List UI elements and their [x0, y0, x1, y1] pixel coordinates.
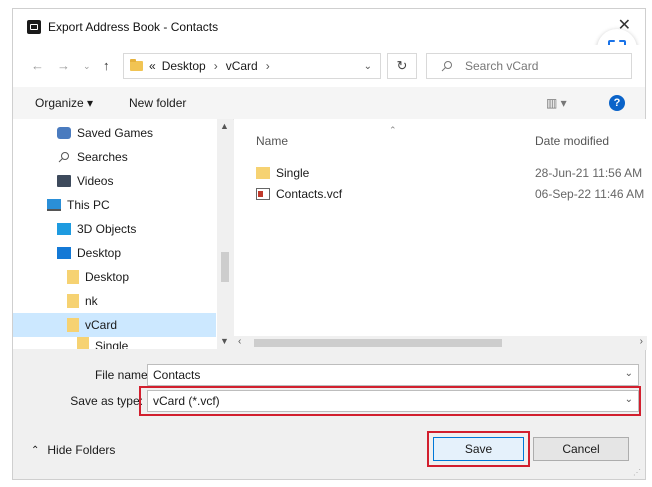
breadcrumb-separator-icon[interactable]: ›	[214, 59, 218, 73]
file-horizontal-scrollbar[interactable]: ‹ ›	[234, 336, 647, 350]
new-folder-button[interactable]: New folder	[129, 96, 186, 110]
file-name-input[interactable]: Contacts ⌄	[147, 364, 639, 386]
refresh-icon: ↻	[396, 58, 408, 73]
file-scroll-thumb[interactable]	[254, 339, 502, 347]
cube-icon	[57, 223, 71, 235]
address-dropdown-chevron-icon[interactable]: ⌄	[364, 61, 372, 72]
address-row: ← → ⌄ ↑ « Desktop › vCard › ⌄ ↻ Search v…	[13, 45, 645, 87]
folder-icon	[67, 270, 79, 284]
folder-icon	[67, 294, 79, 308]
resize-grip-icon[interactable]: ⋰	[633, 468, 641, 477]
video-icon	[57, 175, 71, 187]
saved-games-icon	[57, 127, 71, 139]
scroll-up-icon[interactable]: ▲	[220, 121, 229, 131]
highlight-save-type	[139, 386, 641, 416]
organize-menu[interactable]: Organize ▾	[35, 96, 93, 110]
folder-icon	[256, 167, 270, 179]
scroll-down-icon[interactable]: ▼	[220, 336, 229, 346]
nav-item-single[interactable]: Single	[13, 337, 216, 349]
folder-icon	[67, 318, 79, 332]
search-placeholder: Search vCard	[465, 59, 539, 73]
file-date: 06-Sep-22 11:46 AM	[535, 187, 645, 201]
recent-locations-chevron-icon[interactable]: ⌄	[83, 61, 91, 72]
nav-item-videos[interactable]: Videos	[13, 169, 216, 193]
nav-scroll-thumb[interactable]	[221, 252, 229, 282]
back-arrow-icon[interactable]: ←	[31, 58, 44, 73]
hide-folders-button[interactable]: ⌃ Hide Folders	[31, 443, 115, 457]
up-arrow-icon[interactable]: ↑	[103, 58, 110, 73]
scroll-right-icon[interactable]: ›	[640, 336, 643, 347]
scroll-left-icon[interactable]: ‹	[238, 336, 241, 347]
column-header-date-modified[interactable]: Date modified	[535, 134, 609, 148]
nav-item-this-pc[interactable]: This PC	[13, 193, 216, 217]
nav-item-saved-games[interactable]: Saved Games	[13, 121, 216, 145]
breadcrumb-separator-icon[interactable]: ›	[266, 59, 270, 73]
search-icon	[58, 152, 69, 163]
file-date: 28-Jun-21 11:56 AM	[535, 166, 643, 180]
nav-item-nk[interactable]: nk	[13, 289, 216, 313]
title-bar: Export Address Book - Contacts ✕	[13, 9, 645, 45]
breadcrumb-overflow[interactable]: «	[149, 59, 156, 73]
export-dialog: Export Address Book - Contacts ✕ ← → ⌄ ↑…	[12, 8, 647, 480]
cancel-button[interactable]: Cancel	[533, 437, 629, 461]
help-icon[interactable]: ?	[609, 95, 625, 111]
chevron-down-icon[interactable]: ⌄	[625, 368, 633, 379]
search-icon	[441, 61, 452, 72]
nav-item-searches[interactable]: Searches	[13, 145, 216, 169]
desktop-icon	[57, 247, 71, 259]
window-title: Export Address Book - Contacts	[48, 20, 219, 34]
file-name-label: File name:	[94, 368, 151, 382]
nav-item-desktop-folder[interactable]: Desktop	[13, 265, 216, 289]
forward-arrow-icon[interactable]: →	[57, 58, 70, 73]
nav-item-desktop[interactable]: Desktop	[13, 241, 216, 265]
nav-item-vcard[interactable]: vCard	[13, 313, 216, 337]
address-book-icon	[27, 20, 41, 34]
breadcrumb-desktop[interactable]: Desktop	[162, 59, 206, 73]
column-header-name[interactable]: Name	[256, 134, 288, 148]
folder-icon	[77, 337, 89, 349]
address-bar[interactable]: « Desktop › vCard › ⌄	[123, 53, 381, 79]
nav-vertical-scrollbar[interactable]: ▲ ▼	[217, 119, 233, 349]
view-options-icon[interactable]: ▥ ▾	[546, 96, 567, 110]
file-row-contacts-vcf[interactable]: Contacts.vcf	[256, 184, 342, 204]
file-list-pane: Name ⌃ Date modified Single 28-Jun-21 11…	[234, 119, 647, 349]
computer-icon	[47, 199, 61, 211]
vcard-file-icon	[256, 188, 270, 200]
file-row-single[interactable]: Single	[256, 163, 309, 183]
breadcrumb-vcard[interactable]: vCard	[226, 59, 258, 73]
save-as-type-label: Save as type:	[70, 394, 143, 408]
save-button[interactable]: Save	[433, 437, 524, 461]
search-input[interactable]: Search vCard	[426, 53, 632, 79]
chevron-up-icon: ⌃	[31, 444, 40, 456]
refresh-button[interactable]: ↻	[387, 53, 417, 79]
command-toolbar: Organize ▾ New folder ▥ ▾ ?	[13, 87, 645, 120]
save-options-panel: File name: Contacts ⌄ Save as type: vCar…	[13, 350, 645, 479]
folder-icon	[130, 59, 143, 71]
nav-item-3d-objects[interactable]: 3D Objects	[13, 217, 216, 241]
navigation-pane: Saved Games Searches Videos This PC 3D O…	[13, 119, 233, 349]
sort-indicator-icon: ⌃	[389, 125, 397, 135]
